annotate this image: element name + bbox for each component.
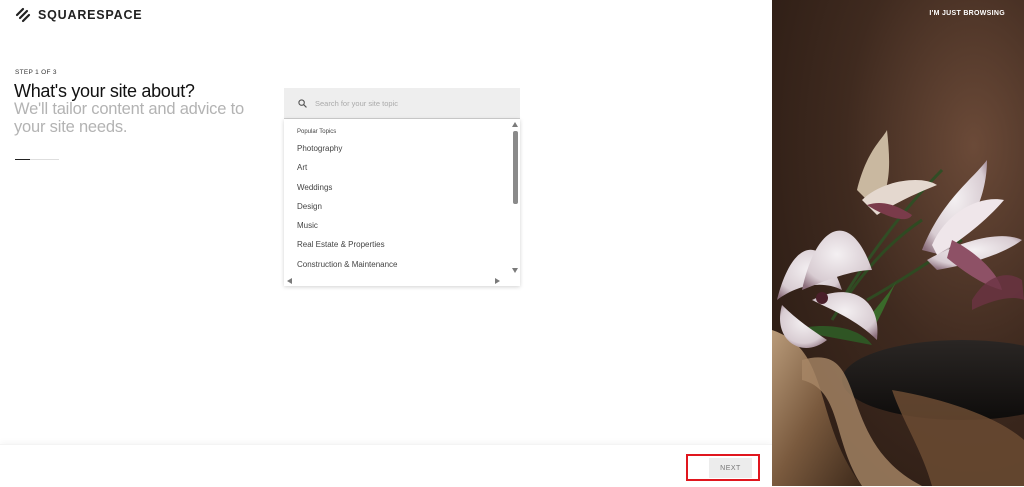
flower-photo (772, 130, 1024, 486)
topic-item-photography[interactable]: Photography (297, 144, 342, 153)
topic-list-header: Popular Topics (297, 129, 337, 135)
footer-bar (0, 444, 772, 487)
vertical-scrollbar-thumb[interactable] (513, 131, 518, 204)
logo[interactable]: SQUARESPACE (14, 7, 142, 23)
step-indicator: STEP 1 OF 3 (15, 69, 57, 76)
just-browsing-link[interactable]: I'M JUST BROWSING (929, 10, 1005, 17)
squarespace-logo-icon (15, 7, 31, 23)
chevron-left-icon[interactable] (287, 278, 292, 284)
topic-item-design[interactable]: Design (297, 202, 322, 211)
hero-image-panel: I'M JUST BROWSING (772, 0, 1024, 486)
chevron-down-icon[interactable] (512, 268, 518, 273)
topic-dropdown: Popular Topics Photography Art Weddings … (284, 119, 520, 286)
brand-name: SQUARESPACE (38, 8, 143, 22)
progress-bar-fill (15, 159, 30, 160)
topic-item-art[interactable]: Art (297, 163, 307, 172)
chevron-up-icon[interactable] (512, 122, 518, 127)
horizontal-scrollbar[interactable] (284, 276, 510, 286)
search-box[interactable] (284, 88, 520, 119)
topic-item-weddings[interactable]: Weddings (297, 183, 332, 192)
topic-list: Popular Topics Photography Art Weddings … (284, 119, 510, 276)
search-icon (298, 98, 307, 108)
topic-item-real-estate[interactable]: Real Estate & Properties (297, 240, 385, 249)
main-panel: SQUARESPACE STEP 1 OF 3 What's your site… (0, 0, 772, 487)
next-button[interactable]: NEXT (709, 458, 752, 478)
topic-item-construction[interactable]: Construction & Maintenance (297, 260, 398, 269)
progress-bar (15, 159, 59, 160)
chevron-right-icon[interactable] (495, 278, 500, 284)
vertical-scrollbar[interactable] (510, 119, 520, 276)
search-input[interactable] (315, 98, 495, 108)
page-title: What's your site about? (14, 81, 195, 101)
page-subtitle: We'll tailor content and advice to your … (14, 100, 244, 136)
topic-item-music[interactable]: Music (297, 221, 318, 230)
